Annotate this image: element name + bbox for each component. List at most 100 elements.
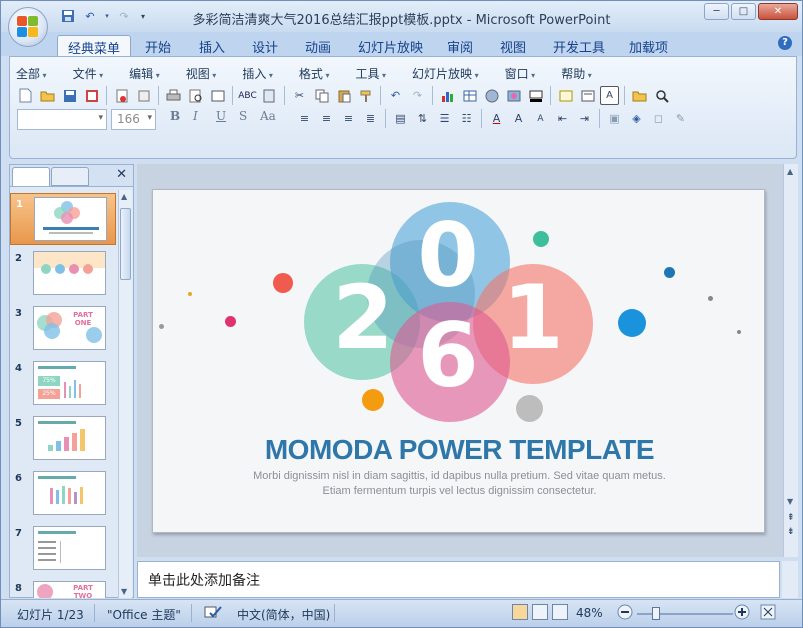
permission-icon[interactable] [82, 86, 101, 105]
text-direction-icon[interactable]: ⇅ [413, 109, 432, 128]
format-painter-icon[interactable] [356, 86, 375, 105]
zoom-out-icon[interactable] [617, 604, 633, 623]
help-icon[interactable]: ? [778, 36, 792, 50]
print-icon[interactable] [164, 86, 183, 105]
paste-icon[interactable] [334, 86, 353, 105]
slideshow-view-icon[interactable] [552, 604, 568, 620]
current-slide[interactable]: 2 0 6 1 MOMODA POWER TEMPLATE Morbi dign… [152, 189, 765, 533]
copy-icon[interactable] [312, 86, 331, 105]
text-box-icon[interactable]: A [600, 86, 619, 105]
previous-slide-icon[interactable]: ⇞ [787, 514, 795, 523]
align-left-icon[interactable]: ≡ [295, 109, 314, 128]
language-indicator[interactable]: 中文(简体，中国) [237, 606, 330, 623]
print-preview-icon[interactable] [186, 86, 205, 105]
find-icon[interactable] [652, 86, 671, 105]
open-folder-icon[interactable] [630, 86, 649, 105]
menu-insert[interactable]: 插入 [242, 65, 273, 82]
fill-color-icon[interactable] [526, 86, 545, 105]
menu-slideshow[interactable]: 幻灯片放映 [412, 65, 479, 82]
align-center-icon[interactable]: ≡ [317, 109, 336, 128]
notes-pane[interactable]: 单击此处添加备注 [137, 561, 780, 598]
menu-help[interactable]: 帮助 [561, 65, 592, 82]
scroll-up-icon[interactable]: ▲ [787, 167, 793, 176]
menu-edit[interactable]: 编辑 [129, 65, 160, 82]
menu-window[interactable]: 窗口 [505, 65, 536, 82]
font-family-select[interactable] [17, 109, 107, 130]
menu-all[interactable]: 全部 [16, 65, 47, 82]
slide-sorter-icon[interactable] [532, 604, 548, 620]
research-icon[interactable] [260, 86, 279, 105]
insert-chart-icon[interactable] [438, 86, 457, 105]
menu-file[interactable]: 文件 [73, 65, 104, 82]
insert-clipart-icon[interactable] [482, 86, 501, 105]
arrange-icon[interactable]: ▣ [605, 109, 624, 128]
font-size-select[interactable]: 166 [111, 109, 156, 130]
cut-icon[interactable]: ✂ [290, 86, 309, 105]
shadow-button[interactable]: S [239, 109, 247, 123]
numbering-icon[interactable]: ☰ [435, 109, 454, 128]
tab-design[interactable]: 设计 [252, 35, 278, 56]
scroll-up-icon[interactable]: ▲ [121, 192, 127, 201]
new-icon[interactable] [16, 86, 35, 105]
zoom-slider-thumb[interactable] [652, 607, 660, 620]
export-pdf-icon[interactable] [112, 86, 131, 105]
spelling-icon[interactable]: ABC [238, 86, 257, 105]
save-toolbar-icon[interactable] [60, 86, 79, 105]
open-icon[interactable] [38, 86, 57, 105]
slide-thumbnail-6[interactable]: 6 [10, 468, 116, 520]
maximize-button[interactable]: □ [731, 3, 756, 20]
editor-scrollbar[interactable]: ▲ ▼ ⇞ ⇟ [783, 164, 798, 557]
shapes-icon[interactable]: ◈ [627, 109, 646, 128]
fit-to-window-icon[interactable] [760, 604, 776, 623]
font-color-icon[interactable]: A [487, 109, 506, 128]
tab-animations[interactable]: 动画 [305, 35, 331, 56]
scrollbar-thumb[interactable] [120, 208, 131, 280]
tab-slideshow[interactable]: 幻灯片放映 [358, 35, 423, 56]
zoom-in-icon[interactable] [734, 604, 750, 623]
shrink-font-icon[interactable]: A [531, 109, 550, 128]
slide-thumbnail-7[interactable]: 7 [10, 523, 116, 575]
redo-toolbar-icon[interactable]: ↷ [408, 86, 427, 105]
tab-developer[interactable]: 开发工具 [553, 35, 605, 56]
underline-button[interactable]: U [216, 109, 226, 123]
menu-format[interactable]: 格式 [299, 65, 330, 82]
menu-view[interactable]: 视图 [186, 65, 217, 82]
bold-button[interactable]: B [170, 109, 180, 123]
insert-table-icon[interactable] [460, 86, 479, 105]
columns-icon[interactable]: ▤ [391, 109, 410, 128]
slide-thumbnail-5[interactable]: 5 [10, 413, 116, 465]
insert-picture-icon[interactable] [504, 86, 523, 105]
undo-toolbar-icon[interactable]: ↶ [386, 86, 405, 105]
grow-font-icon[interactable]: A [509, 109, 528, 128]
shape-fill-icon[interactable]: ◻ [649, 109, 668, 128]
slide-design-icon[interactable] [578, 86, 597, 105]
shape-outline-icon[interactable]: ✎ [671, 109, 690, 128]
justify-icon[interactable]: ≣ [361, 109, 380, 128]
close-pane-icon[interactable]: ✕ [116, 167, 127, 182]
slides-tab[interactable] [12, 167, 50, 186]
scroll-down-icon[interactable]: ▼ [121, 587, 127, 596]
close-button[interactable]: ✕ [758, 3, 798, 20]
slide-thumbnail-4[interactable]: 4 75% 25% [10, 358, 116, 410]
spell-check-icon[interactable] [204, 604, 222, 623]
minimize-button[interactable]: ─ [704, 3, 729, 20]
slide-thumbnail-2[interactable]: 2 [10, 248, 116, 300]
tab-home[interactable]: 开始 [145, 35, 171, 56]
bullets-icon[interactable]: ☷ [457, 109, 476, 128]
notes-scrollbar[interactable] [782, 561, 798, 598]
scroll-down-icon[interactable]: ▼ [787, 497, 793, 506]
slide-layout-icon[interactable] [208, 86, 227, 105]
pane-scrollbar[interactable]: ▲ ▼ [118, 190, 132, 598]
tab-insert[interactable]: 插入 [199, 35, 225, 56]
italic-button[interactable]: I [193, 109, 198, 123]
decrease-indent-icon[interactable]: ⇤ [553, 109, 572, 128]
slide-thumbnail-1[interactable]: 1 [10, 193, 116, 245]
menu-tools[interactable]: 工具 [355, 65, 386, 82]
change-case-button[interactable]: Aa [260, 109, 276, 123]
tab-review[interactable]: 审阅 [447, 35, 473, 56]
slide-thumbnail-8[interactable]: 8 PART TWO [10, 578, 116, 598]
slide-thumbnail-3[interactable]: 3 PART ONE [10, 303, 116, 355]
outline-tab[interactable] [51, 167, 89, 186]
normal-view-icon[interactable] [512, 604, 528, 620]
zoom-level[interactable]: 48% [576, 606, 603, 620]
